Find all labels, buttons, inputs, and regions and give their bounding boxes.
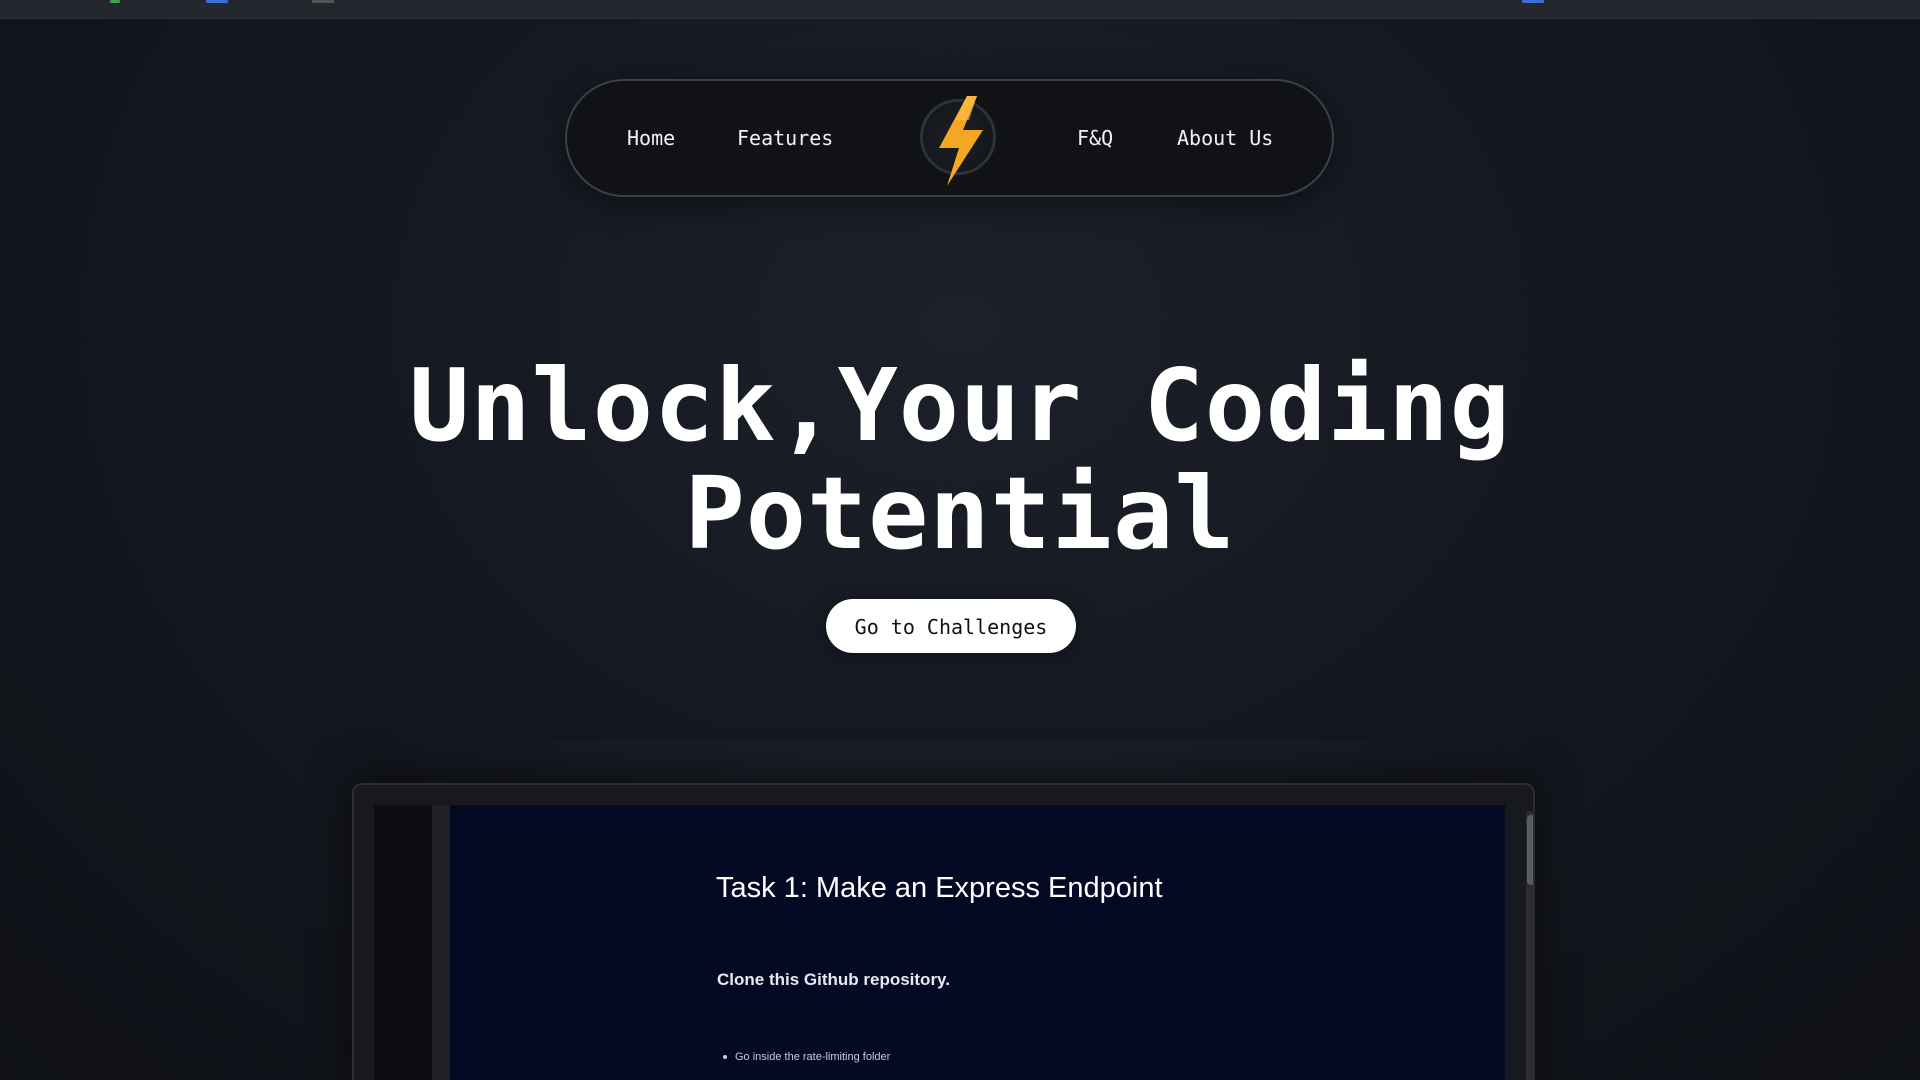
preview-sidebar-edge	[432, 805, 450, 1080]
strip-marker	[312, 0, 334, 3]
nav-link-home[interactable]: Home	[627, 81, 675, 195]
lightning-bolt-icon	[939, 96, 983, 186]
task-bullet-item: Go inside the rate-limiting folder	[723, 1051, 890, 1063]
preview-sidebar	[374, 805, 432, 1080]
go-to-challenges-button[interactable]: Go to Challenges	[826, 599, 1076, 653]
strip-marker	[206, 0, 228, 3]
hero-title-line-1: Unlock,Your Coding	[409, 347, 1511, 464]
task-step: Clone this Github repository.	[717, 970, 950, 989]
hero-title: Unlock,Your Coding Potential	[260, 352, 1660, 568]
preview-scroll-thumb[interactable]	[1527, 815, 1533, 885]
browser-top-strip	[0, 0, 1920, 19]
hero-title-line-2: Potential	[684, 455, 1236, 572]
task-title: Task 1: Make an Express Endpoint	[716, 872, 1163, 904]
nav-link-features[interactable]: Features	[737, 81, 833, 195]
task-bullet-text: Go inside the rate-limiting folder	[735, 1051, 891, 1063]
strip-marker	[110, 0, 120, 3]
strip-marker	[1522, 0, 1544, 3]
challenge-preview-window	[352, 783, 1535, 1080]
preview-document	[450, 805, 1505, 1080]
main-navbar: Home Features F&Q About Us	[565, 79, 1334, 197]
logo-button[interactable]	[920, 96, 996, 186]
bullet-dot-icon	[723, 1055, 727, 1060]
nav-link-about-us[interactable]: About Us	[1177, 81, 1273, 195]
nav-link-fnq[interactable]: F&Q	[1077, 81, 1113, 195]
